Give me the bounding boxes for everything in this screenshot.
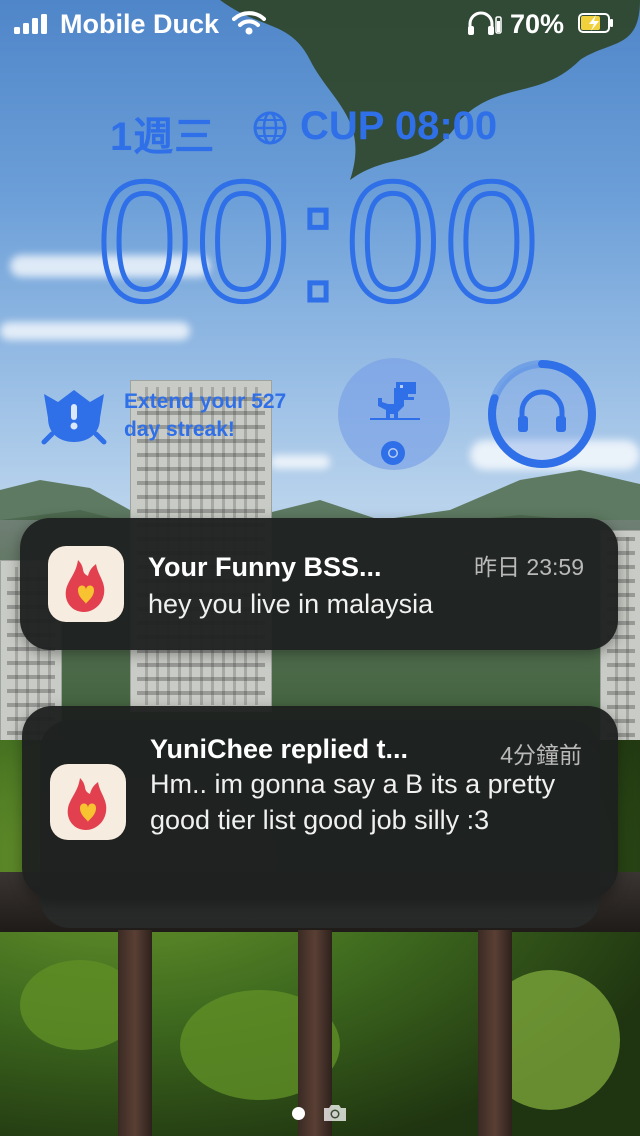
dino-icon [370, 382, 420, 420]
status-bar: Mobile Duck 70% [0, 0, 640, 50]
wallpaper-railing-post [478, 930, 512, 1136]
app-flame-heart-icon [48, 546, 124, 622]
date-label: 1週三 [110, 115, 216, 159]
app-flame-heart-icon [50, 764, 126, 840]
carrier-name: Mobile Duck [60, 9, 220, 39]
wallpaper-railing-post [118, 930, 152, 1136]
headphones-icon [468, 11, 502, 35]
battery-charging-icon [578, 13, 613, 33]
notification-body: Hm.. im gonna say a B its a pretty good … [150, 769, 556, 835]
battery-percent: 70% [510, 9, 565, 39]
signal-icon [14, 14, 47, 34]
time-text: 00:00 [97, 160, 542, 320]
notification-title: YuniChee replied t... [150, 734, 409, 764]
duolingo-owl-icon[interactable] [40, 384, 108, 446]
camera-icon[interactable] [322, 1103, 348, 1123]
globe-icon [253, 111, 287, 145]
notification-card[interactable]: Your Funny BSS... 昨日 23:59 hey you live … [20, 518, 618, 650]
notification-body: hey you live in malaysia [148, 589, 434, 619]
wallpaper-cloud [270, 455, 330, 469]
world-clock-label: CUP 08:00 [300, 104, 498, 148]
notification-title: Your Funny BSS... [148, 552, 382, 582]
notification-time: 4分鐘前 [500, 742, 582, 768]
streak-reminder-text[interactable]: Extend your 527 day streak! [124, 388, 314, 444]
notification-time: 昨日 23:59 [474, 554, 584, 580]
chrome-icon [381, 441, 405, 465]
wifi-icon [232, 11, 266, 35]
headphones-battery-widget[interactable] [486, 358, 598, 470]
lock-screen-time[interactable]: 00:00 [0, 160, 640, 320]
wallpaper-cloud [0, 322, 190, 340]
notification-card[interactable]: YuniChee replied t... 4分鐘前 Hm.. im gonna… [22, 706, 618, 898]
page-indicator-dot[interactable] [292, 1107, 305, 1120]
